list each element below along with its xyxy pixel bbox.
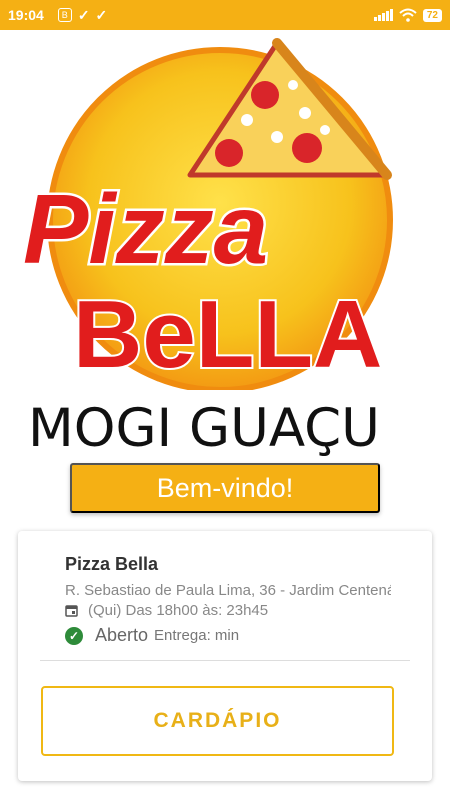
store-name: Pizza Bella	[65, 554, 159, 574]
download-done-icon: ✓	[77, 6, 90, 23]
open-status: Aberto	[95, 625, 149, 645]
pizza-bella-logo: Pizza BeLLA	[21, 38, 393, 390]
notification-badge-icon: B	[57, 8, 72, 22]
menu-button[interactable]: CARDÁPIO	[41, 686, 394, 756]
calendar-icon	[65, 605, 78, 617]
status-time: 19:04	[8, 7, 44, 23]
battery-icon: 72	[422, 8, 442, 22]
city-title: MOGI GUAÇU	[28, 398, 380, 459]
hours-row: (Qui) Das 18h00 às: 23h45	[65, 602, 268, 619]
store-address: R. Sebastiao de Paula Lima, 36 - Jardim …	[65, 582, 391, 599]
logo-line1: Pizza	[23, 174, 268, 284]
wifi-icon	[399, 8, 417, 22]
delivery-time: Entrega: min	[154, 627, 240, 644]
download-done-icon-2: ✓	[95, 6, 108, 23]
logo-line2: BeLLA	[73, 281, 382, 388]
check-circle-icon: ✓	[65, 626, 83, 645]
store-card: Pizza Bella R. Sebastiao de Paula Lima, …	[18, 531, 432, 781]
signal-icon	[373, 9, 393, 21]
status-row: ✓ Aberto Entrega: min	[65, 625, 239, 646]
status-bar: 19:04 B ✓ ✓ 72	[0, 0, 450, 30]
welcome-button[interactable]: Bem-vindo!	[70, 463, 380, 513]
store-hours: (Qui) Das 18h00 às: 23h45	[88, 602, 269, 619]
divider	[40, 660, 410, 661]
